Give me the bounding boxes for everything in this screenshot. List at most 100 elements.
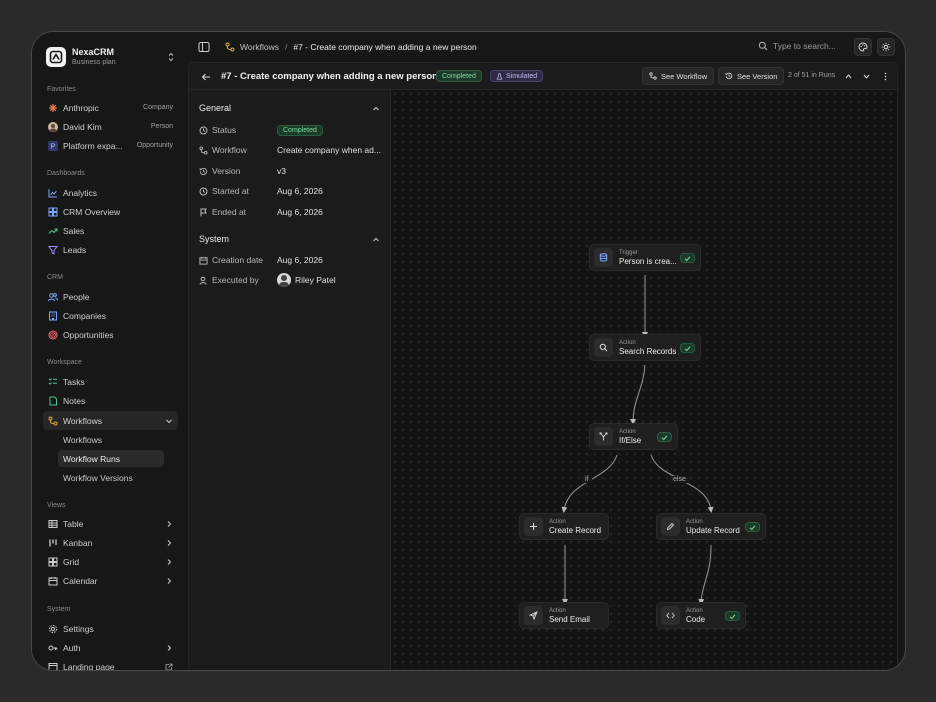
sidebar-item-crm-overview[interactable]: CRM Overview bbox=[43, 202, 178, 221]
workflow-canvas[interactable]: if else Trigger Person is crea... Action S… bbox=[391, 90, 897, 670]
sidebar-item-sales[interactable]: Sales bbox=[43, 221, 178, 240]
flow-node-trigger[interactable]: Trigger Person is crea... bbox=[589, 244, 701, 271]
sidebar-subitem-workflows[interactable]: Workflows bbox=[58, 431, 164, 448]
favorite-anthropic[interactable]: Anthropic Company bbox=[43, 98, 178, 117]
flag-icon bbox=[200, 208, 207, 216]
search-input[interactable]: Type to search... bbox=[758, 41, 836, 51]
workspace-label: Workspace bbox=[47, 359, 82, 366]
building-icon bbox=[48, 311, 58, 321]
more-vertical-icon[interactable] bbox=[881, 72, 890, 81]
sidebar-item-label: Grid bbox=[63, 556, 80, 567]
sidebar-item-auth[interactable]: Auth bbox=[43, 638, 178, 657]
workflow-icon bbox=[48, 416, 58, 426]
sidebar-item-notes[interactable]: Notes bbox=[43, 391, 178, 410]
search-placeholder: Type to search... bbox=[773, 41, 836, 51]
detail-row-version: Version v3 bbox=[199, 164, 385, 178]
flow-node-update-record[interactable]: Action Update Record bbox=[656, 513, 766, 540]
sidebar-item-label: Kanban bbox=[63, 537, 93, 548]
avatar bbox=[277, 273, 291, 287]
chevron-down-icon bbox=[166, 419, 172, 423]
favorite-platform-expansion[interactable]: P Platform expa... Opportunity bbox=[43, 136, 178, 155]
node-name: Send Email bbox=[549, 614, 590, 624]
chevron-up-icon[interactable] bbox=[844, 72, 853, 81]
chevron-right-icon bbox=[167, 644, 172, 651]
see-version-label: See Version bbox=[737, 71, 778, 81]
sidebar-item-calendar[interactable]: Calendar bbox=[43, 571, 178, 590]
browser-icon bbox=[48, 662, 58, 670]
theme-toggle-button[interactable] bbox=[877, 38, 895, 56]
sidebar-item-tasks[interactable]: Tasks bbox=[43, 372, 178, 391]
check-icon bbox=[749, 524, 756, 530]
sidebar-toggle-icon[interactable] bbox=[198, 41, 210, 53]
favorite-label: David Kim bbox=[63, 121, 102, 132]
sidebar-item-label: CRM Overview bbox=[63, 206, 121, 217]
external-link-icon bbox=[165, 663, 173, 670]
executed-by-chip[interactable]: Riley Patel bbox=[277, 273, 336, 287]
run-header: #7 - Create company when adding a new pe… bbox=[189, 63, 899, 90]
sidebar-item-grid[interactable]: Grid bbox=[43, 552, 178, 571]
calendar-icon bbox=[48, 576, 58, 586]
sidebar-item-table[interactable]: Table bbox=[43, 514, 178, 533]
sidebar-item-analytics[interactable]: Analytics bbox=[43, 183, 178, 202]
general-section-title: General bbox=[199, 103, 232, 113]
edge-update-code bbox=[698, 544, 712, 605]
favorite-tag: Opportunity bbox=[136, 142, 173, 149]
sidebar-item-landing-page[interactable]: Landing page bbox=[43, 657, 178, 671]
sidebar-item-label: Analytics bbox=[63, 187, 98, 198]
theme-palette-button[interactable] bbox=[854, 38, 872, 56]
plus-icon bbox=[524, 517, 543, 536]
chevron-down-icon[interactable] bbox=[862, 72, 871, 81]
chevron-up-icon[interactable] bbox=[372, 236, 380, 244]
breadcrumb-root[interactable]: Workflows bbox=[240, 42, 279, 52]
sidebar-item-opportunities[interactable]: Opportunities bbox=[43, 325, 178, 344]
see-version-button[interactable]: See Version bbox=[718, 67, 785, 85]
flow-node-search-records[interactable]: Action Search Records bbox=[589, 334, 701, 361]
flow-node-code[interactable]: Action Code bbox=[656, 602, 746, 629]
check-icon bbox=[729, 613, 736, 619]
flow-node-send-email[interactable]: Action Send Email bbox=[519, 602, 609, 629]
views-label: Views bbox=[47, 502, 66, 509]
detail-label: Ended at bbox=[212, 207, 247, 217]
node-type: Action bbox=[549, 518, 566, 525]
sidebar-subitem-workflow-runs[interactable]: Workflow Runs bbox=[58, 450, 164, 467]
sidebar-item-label: Auth bbox=[63, 642, 81, 653]
history-icon bbox=[199, 167, 208, 175]
chevron-up-icon[interactable] bbox=[372, 105, 380, 113]
node-name: Create Record bbox=[549, 525, 602, 535]
detail-row-status: Status Completed bbox=[199, 123, 385, 137]
success-check-badge bbox=[657, 432, 672, 442]
flow-node-create-record[interactable]: Action Create Record bbox=[519, 513, 609, 540]
breadcrumb: Workflows / #7 - Create company when add… bbox=[225, 42, 477, 52]
workflow-link[interactable]: Create company when ad... bbox=[277, 145, 381, 155]
sidebar-item-leads[interactable]: Leads bbox=[43, 240, 178, 259]
workspace-switcher[interactable]: NexaCRM Business plan bbox=[46, 46, 176, 68]
sidebar-item-kanban[interactable]: Kanban bbox=[43, 533, 178, 552]
search-icon bbox=[594, 338, 613, 357]
checklist-icon bbox=[48, 377, 58, 387]
arrow-left-icon[interactable] bbox=[201, 72, 211, 82]
sidebar-item-label: Notes bbox=[63, 395, 86, 406]
success-check-badge bbox=[680, 343, 695, 353]
flask-icon bbox=[496, 73, 503, 79]
calendar-icon bbox=[199, 256, 208, 265]
node-name: Update Record bbox=[686, 525, 740, 535]
sidebar-item-people[interactable]: People bbox=[43, 287, 178, 306]
workspace-logo bbox=[46, 47, 66, 67]
node-name: If/Else bbox=[619, 435, 642, 445]
sidebar-subitem-workflow-versions[interactable]: Workflow Versions bbox=[58, 469, 164, 486]
sidebar-item-label: Opportunities bbox=[63, 329, 114, 340]
ended-at-value: Aug 6, 2026 bbox=[277, 207, 323, 217]
sun-icon bbox=[881, 42, 891, 52]
gear-icon bbox=[48, 624, 58, 634]
sidebar-item-label: Landing page bbox=[63, 661, 115, 671]
flow-node-if-else[interactable]: Action If/Else bbox=[589, 423, 678, 450]
favorite-tag: Company bbox=[143, 104, 173, 111]
edge-label-if: if bbox=[582, 476, 592, 483]
sidebar-item-workflows[interactable]: Workflows bbox=[43, 411, 178, 430]
favorite-david-kim[interactable]: David Kim Person bbox=[43, 117, 178, 136]
sidebar-item-settings[interactable]: Settings bbox=[43, 619, 178, 638]
line-chart-icon bbox=[48, 188, 58, 198]
sidebar-item-label: Table bbox=[63, 518, 84, 529]
see-workflow-button[interactable]: See Workflow bbox=[642, 67, 715, 85]
sidebar-item-companies[interactable]: Companies bbox=[43, 306, 178, 325]
